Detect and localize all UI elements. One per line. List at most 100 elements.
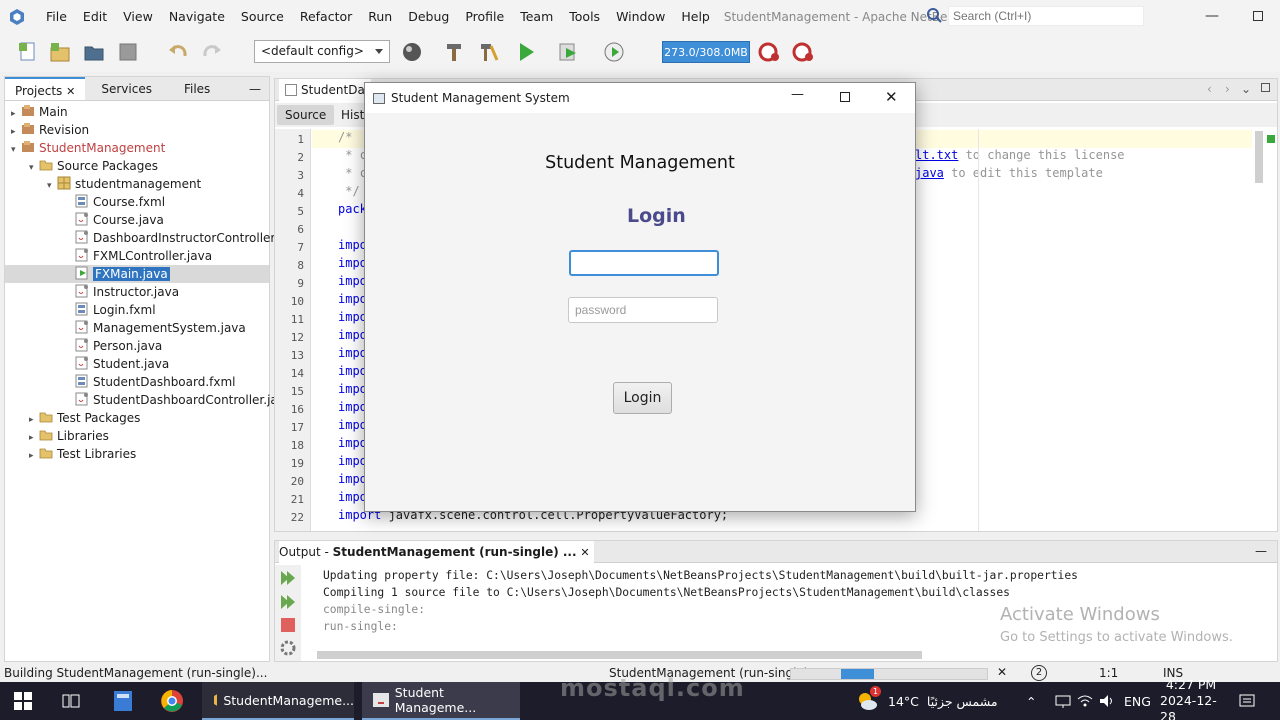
tree-item[interactable]: ▸ Libraries [29, 427, 109, 445]
tab-projects[interactable]: Projects ✕ [5, 77, 86, 100]
menu-item-debug[interactable]: Debug [400, 0, 457, 34]
tree-item[interactable]: Person.java [65, 337, 162, 355]
menu-item-tools[interactable]: Tools [561, 0, 608, 34]
settings-icon[interactable] [279, 639, 297, 660]
run-button[interactable] [514, 40, 540, 64]
tab-services[interactable]: Services [91, 77, 162, 100]
close-icon[interactable]: ✕ [66, 85, 75, 98]
new-project-button[interactable] [48, 40, 74, 64]
browser-icon[interactable] [400, 40, 426, 64]
menu-item-run[interactable]: Run [360, 0, 400, 34]
notification-badge[interactable]: 2 [1031, 665, 1047, 681]
expand-icon[interactable]: ▸ [29, 447, 39, 465]
cancel-task-icon[interactable]: ✕ [997, 665, 1007, 679]
tree-item[interactable]: FXMLController.java [65, 247, 212, 265]
redo-button[interactable] [200, 40, 226, 64]
debug-button[interactable] [556, 40, 582, 64]
maximize-editor-icon[interactable] [1261, 83, 1270, 92]
username-input[interactable] [569, 250, 719, 276]
tree-item[interactable]: Login.fxml [65, 301, 156, 319]
language-indicator[interactable]: ENG [1124, 682, 1151, 720]
source-tab[interactable]: Source [277, 105, 335, 125]
network-icon[interactable] [1054, 682, 1072, 720]
tree-item[interactable]: ▾ Source Packages [29, 157, 158, 175]
task-view-button[interactable] [62, 682, 80, 720]
vertical-scrollbar[interactable] [1255, 131, 1263, 183]
output-tab[interactable]: Output - StudentManagement (run-single) … [279, 541, 594, 563]
calculator-app[interactable] [112, 682, 134, 720]
chevron-up-icon[interactable]: ⌃ [1026, 682, 1036, 720]
dialog-close-button[interactable]: ✕ [885, 88, 898, 106]
clean-build-button[interactable] [476, 40, 502, 64]
tree-item[interactable]: ▾ StudentManagement [11, 139, 165, 157]
config-select[interactable]: <default config> [254, 40, 390, 63]
minimize-panel-icon[interactable]: — [249, 77, 269, 100]
tree-item[interactable]: Course.java [65, 211, 164, 229]
margin-guide [978, 129, 979, 531]
expand-icon[interactable]: ▾ [11, 141, 21, 159]
expand-icon[interactable]: ▾ [47, 177, 57, 195]
menu-item-file[interactable]: File [38, 0, 75, 34]
menu-item-source[interactable]: Source [233, 0, 292, 34]
new-file-button[interactable] [16, 40, 42, 64]
tree-item[interactable]: StudentDashboard.fxml [65, 373, 236, 391]
save-all-button[interactable] [116, 40, 142, 64]
menu-item-help[interactable]: Help [673, 0, 718, 34]
close-icon[interactable]: ✕ [580, 546, 589, 559]
open-project-button[interactable] [82, 40, 108, 64]
minimize-panel-icon[interactable]: — [1255, 544, 1267, 558]
clock[interactable]: 4:27 PM 2024-12-28 [1160, 677, 1222, 720]
login-button[interactable]: Login [613, 382, 672, 414]
minimize-button[interactable]: — [1189, 0, 1235, 32]
tree-item[interactable]: ▸ Test Libraries [29, 445, 136, 463]
tree-item[interactable]: StudentDashboardController.jav [65, 391, 285, 409]
tree-item[interactable]: ▸ Test Packages [29, 409, 140, 427]
taskbar-app-netbeans[interactable]: StudentManageme... [202, 682, 354, 720]
rerun-icon[interactable] [279, 569, 297, 590]
editor-tab[interactable]: StudentDa [279, 79, 371, 101]
expand-icon[interactable]: ▾ [29, 159, 39, 177]
search-input[interactable] [948, 6, 1144, 26]
scroll-right-icon[interactable]: › [1225, 82, 1230, 96]
tree-item[interactable]: DashboardInstructorController.j [65, 229, 281, 247]
maximize-button[interactable] [1235, 0, 1280, 32]
undo-button[interactable] [166, 40, 192, 64]
menu-item-navigate[interactable]: Navigate [161, 0, 233, 34]
tree-item[interactable]: ▸ Revision [11, 121, 89, 139]
menu-item-edit[interactable]: Edit [75, 0, 115, 34]
notifications-icon[interactable] [1238, 682, 1256, 720]
chevron-down-icon[interactable]: ⌄ [1241, 82, 1251, 96]
menu-item-window[interactable]: Window [608, 0, 673, 34]
tree-item[interactable]: ▾ studentmanagement [47, 175, 201, 193]
menu-item-team[interactable]: Team [512, 0, 561, 34]
tab-files[interactable]: Files [174, 77, 220, 100]
stop-icon[interactable] [280, 617, 296, 636]
scroll-left-icon[interactable]: ‹ [1207, 82, 1212, 96]
profiler-icon[interactable] [757, 40, 783, 64]
menu-item-view[interactable]: View [115, 0, 161, 34]
volume-icon[interactable] [1098, 682, 1116, 720]
tree-item[interactable]: ▸ Main [11, 103, 68, 121]
start-button[interactable] [14, 682, 32, 720]
tree-item[interactable]: FXMain.java [5, 265, 269, 283]
rerun-with-params-icon[interactable] [279, 593, 297, 614]
chrome-app[interactable] [160, 682, 184, 720]
menu-item-refactor[interactable]: Refactor [292, 0, 360, 34]
taskbar-app-java[interactable]: Student Manageme... [362, 682, 520, 720]
password-input[interactable] [568, 297, 718, 323]
tree-item[interactable]: Instructor.java [65, 283, 179, 301]
dialog-minimize-button[interactable]: — [791, 87, 804, 102]
tree-item[interactable]: Student.java [65, 355, 169, 373]
output-horizontal-scrollbar[interactable] [317, 651, 922, 659]
menu-item-profile[interactable]: Profile [457, 0, 512, 34]
wifi-icon[interactable] [1076, 682, 1094, 720]
tree-item[interactable]: ManagementSystem.java [65, 319, 246, 337]
tree-item[interactable]: Course.fxml [65, 193, 165, 211]
profiler-snapshot-icon[interactable] [791, 40, 817, 64]
memory-indicator[interactable]: 273.0/308.0MB [662, 41, 750, 63]
profile-button[interactable] [602, 40, 628, 64]
dialog-maximize-button[interactable] [840, 92, 850, 102]
weather-widget[interactable]: 1 14°C مشمس جزئيًا [856, 682, 998, 720]
line-number: 1 [297, 133, 304, 146]
build-button[interactable] [442, 40, 468, 64]
